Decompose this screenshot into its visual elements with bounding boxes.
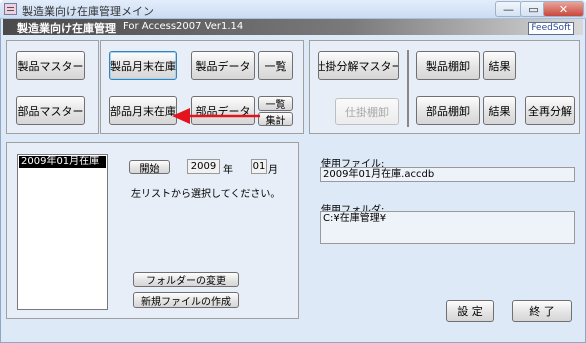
new-file-button[interactable]: 新規ファイルの作成 [133, 292, 239, 308]
part-list-button[interactable]: 一覧 [258, 96, 293, 111]
product-month-stock-button[interactable]: 製品月末在庫 [109, 51, 177, 80]
settings-button[interactable]: 設 定 [446, 300, 494, 322]
product-result-button[interactable]: 結果 [483, 51, 516, 80]
month-unit-label: 月 [268, 165, 278, 176]
breakdown-master-button[interactable]: 仕掛分解マスター [318, 51, 399, 80]
window-title: 製造業向け在庫管理メイン [22, 5, 154, 18]
wip-inventory-button[interactable]: 仕掛棚卸 [335, 98, 399, 125]
part-master-button[interactable]: 部品マスター [16, 96, 85, 125]
product-master-button[interactable]: 製品マスター [16, 51, 85, 80]
product-inventory-button[interactable]: 製品棚卸 [416, 51, 480, 80]
list-item[interactable]: 2009年01月在庫 [19, 156, 106, 168]
product-list-button[interactable]: 一覧 [258, 51, 293, 80]
start-button[interactable]: 開始 [129, 160, 170, 174]
year-unit-label: 年 [223, 165, 233, 176]
instruction-text: 左リストから選択してください。 [131, 189, 281, 200]
app-title: 製造業向け在庫管理 [17, 22, 116, 35]
folder-field: C:¥在庫管理¥ [320, 211, 575, 244]
change-folder-button[interactable]: フォルダーの変更 [133, 272, 239, 287]
part-total-button[interactable]: 集計 [258, 112, 293, 126]
minimize-button[interactable]: — [495, 1, 522, 17]
app-version: For Access2007 Ver1.14 [123, 21, 244, 32]
product-data-button[interactable]: 製品データ [191, 51, 255, 80]
part-inventory-button[interactable]: 部品棚卸 [416, 96, 480, 125]
file-field: 2009年01月在庫.accdb [320, 167, 575, 182]
exit-button[interactable]: 終 了 [512, 300, 572, 322]
month-field[interactable]: 01 [251, 159, 267, 174]
separator [407, 50, 409, 127]
year-field[interactable]: 2009 [187, 159, 220, 174]
red-arrow-icon [172, 108, 260, 124]
title-bar: 製造業向け在庫管理メイン — ▭ ✕ [0, 0, 586, 19]
app-form-icon [4, 3, 17, 15]
file-listbox[interactable]: 2009年01月在庫 [17, 154, 108, 310]
header-band: 製造業向け在庫管理 For Access2007 Ver1.14 [3, 19, 583, 35]
part-month-stock-button[interactable]: 部品月末在庫 [109, 96, 177, 125]
close-button[interactable]: ✕ [543, 1, 584, 17]
feedsoft-link[interactable]: FeedSoft [528, 22, 574, 35]
part-result-button[interactable]: 結果 [483, 96, 516, 125]
full-breakdown-button[interactable]: 全再分解 [525, 96, 575, 125]
